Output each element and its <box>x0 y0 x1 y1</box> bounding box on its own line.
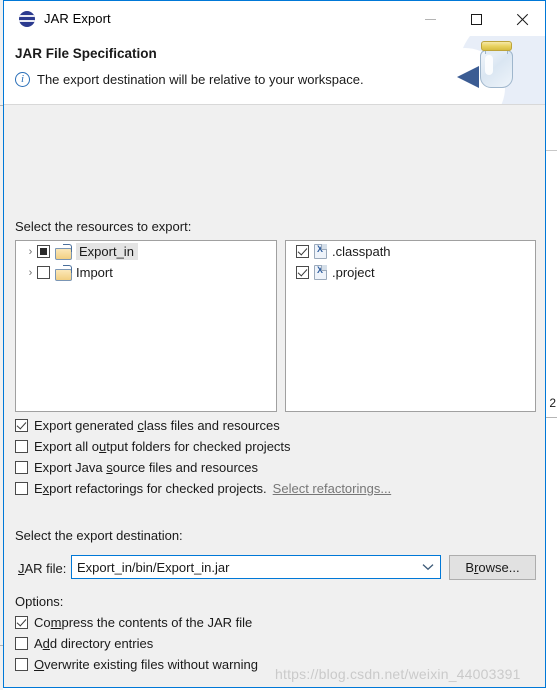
browse-button[interactable]: Browse... <box>449 555 536 580</box>
file-label: .classpath <box>332 244 391 259</box>
file-checkbox[interactable] <box>296 245 309 258</box>
close-icon <box>516 13 529 26</box>
title-bar: JAR Export <box>4 0 545 36</box>
list-item-project[interactable]: .project <box>286 262 535 283</box>
header-message: The export destination will be relative … <box>37 72 364 87</box>
jar-file-input[interactable]: Export_in/bin/Export_in.jar <box>72 560 416 575</box>
resource-file-list[interactable]: .classpath .project <box>285 240 536 412</box>
page-title: JAR File Specification <box>15 46 157 61</box>
jar-file-label: JAR file: <box>18 561 67 576</box>
jar-export-dialog: JAR Export JAR File Specification i The … <box>3 0 546 688</box>
backdrop-right-strip <box>545 0 557 690</box>
info-icon: i <box>15 72 30 87</box>
wizard-header: JAR File Specification i The export dest… <box>4 36 545 105</box>
checkbox-export-refactorings[interactable]: Export refactorings for checked projects… <box>15 481 391 496</box>
xml-file-icon <box>314 244 327 259</box>
checkbox-label: Export all output folders for checked pr… <box>34 439 291 454</box>
file-checkbox[interactable] <box>296 266 309 279</box>
jar-highlight-shape <box>485 55 493 75</box>
checkbox-box[interactable] <box>15 461 28 474</box>
chevron-down-icon[interactable] <box>416 563 440 571</box>
file-label: .project <box>332 265 375 280</box>
list-item-classpath[interactable]: .classpath <box>286 241 535 262</box>
jar-banner-icon <box>425 36 545 104</box>
checkbox-box[interactable] <box>15 637 28 650</box>
select-refactorings-link[interactable]: Select refactorings... <box>273 481 392 496</box>
expand-chevron-icon[interactable]: › <box>24 246 37 258</box>
browse-button-label: Browse... <box>465 560 520 575</box>
header-message-row: i The export destination will be relativ… <box>15 72 364 87</box>
checkbox-label: Overwrite existing files without warning <box>34 657 258 672</box>
banner-arrow-icon <box>457 66 479 88</box>
dialog-body: Select the resources to export: › Export… <box>4 105 545 687</box>
checkbox-add-directory-entries[interactable]: Add directory entries <box>15 636 153 651</box>
checkbox-box[interactable] <box>15 482 28 495</box>
tree-item-label: Import <box>76 265 113 280</box>
checkbox-export-generated-class-files[interactable]: Export generated class files and resourc… <box>15 418 280 433</box>
checkbox-overwrite-existing-files[interactable]: Overwrite existing files without warning <box>15 657 258 672</box>
backdrop-right-rule <box>545 417 557 418</box>
maximize-button[interactable] <box>453 1 499 37</box>
eclipse-icon <box>19 10 35 27</box>
checkbox-export-java-source-files[interactable]: Export Java source files and resources <box>15 460 258 475</box>
xml-file-icon <box>314 265 327 280</box>
destination-label: Select the export destination: <box>15 528 183 543</box>
folder-icon <box>55 264 72 281</box>
tree-checkbox[interactable] <box>37 266 50 279</box>
resource-tree[interactable]: › Export_in › Import <box>15 240 277 412</box>
resources-label: Select the resources to export: <box>15 219 192 234</box>
checkbox-label: Add directory entries <box>34 636 154 651</box>
jar-file-combobox[interactable]: Export_in/bin/Export_in.jar <box>71 555 441 579</box>
minimize-button[interactable] <box>407 1 453 37</box>
jar-lid-shape <box>481 41 512 51</box>
window-title: JAR Export <box>44 11 111 26</box>
checkbox-label: Compress the contents of the JAR file <box>34 615 253 630</box>
checkbox-box[interactable] <box>15 616 28 629</box>
checkbox-box[interactable] <box>15 419 28 432</box>
checkbox-box[interactable] <box>15 440 28 453</box>
checkbox-label: Export generated class files and resourc… <box>34 418 280 433</box>
checkbox-compress-contents[interactable]: Compress the contents of the JAR file <box>15 615 252 630</box>
close-button[interactable] <box>499 1 545 37</box>
expand-chevron-icon[interactable]: › <box>24 267 37 279</box>
checkbox-label: Export Java source files and resources <box>34 460 259 475</box>
tree-item-export-in[interactable]: › Export_in <box>16 241 276 262</box>
tree-item-label: Export_in <box>76 243 138 260</box>
checkbox-export-all-output-folders[interactable]: Export all output folders for checked pr… <box>15 439 291 454</box>
checkbox-box[interactable] <box>15 658 28 671</box>
folder-icon <box>55 243 72 260</box>
backdrop-line-number: 2 <box>549 396 556 410</box>
options-label: Options: <box>15 594 64 609</box>
tree-item-import[interactable]: › Import <box>16 262 276 283</box>
checkbox-label: Export refactorings for checked projects… <box>34 481 267 496</box>
maximize-icon <box>470 13 482 25</box>
tree-checkbox[interactable] <box>37 245 50 258</box>
minimize-icon <box>424 18 436 20</box>
backdrop-right-rule-top <box>545 150 557 151</box>
